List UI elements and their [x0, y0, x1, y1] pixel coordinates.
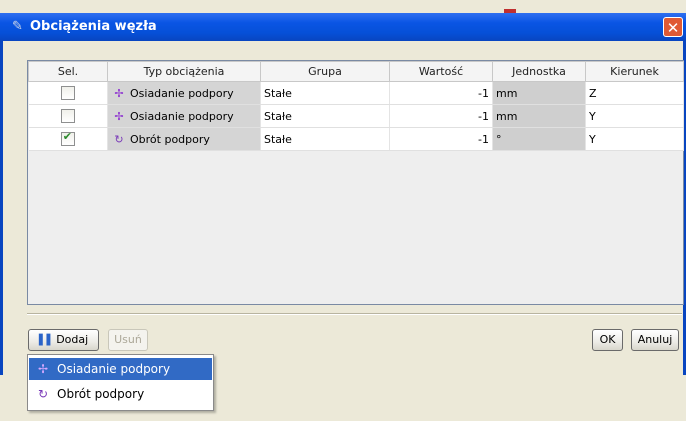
menu-item-support-rotation[interactable]: ↻ Obrót podpory [29, 383, 212, 405]
column-header-unit[interactable]: Jednostka [492, 61, 586, 82]
support-settlement-icon: ✢ [114, 86, 124, 100]
node-loads-dialog: ✎ Obciążenia węzła ✕ Sel. Typ obciążenia… [0, 0, 686, 375]
select-cell[interactable] [28, 81, 108, 105]
divider [27, 313, 682, 315]
select-cell[interactable] [28, 127, 108, 151]
column-header-group[interactable]: Grupa [260, 61, 390, 82]
title-bar[interactable]: ✎ Obciążenia węzła ✕ [0, 13, 686, 41]
add-button-label: Dodaj [56, 333, 89, 346]
node-load-icon: ✎ [12, 19, 23, 34]
menu-item-label: Obrót podpory [57, 387, 145, 401]
value-cell[interactable]: -1 [389, 127, 493, 151]
type-cell[interactable]: ↻ Obrót podpory [107, 127, 261, 151]
add-load-popup-menu: ✢ Osiadanie podpory ↻ Obrót podpory [27, 354, 214, 411]
loads-table: Sel. Typ obciążenia Grupa Wartość Jednos… [28, 61, 684, 151]
loads-table-container: Sel. Typ obciążenia Grupa Wartość Jednos… [27, 60, 684, 305]
column-header-value[interactable]: Wartość [389, 61, 493, 82]
column-header-direction[interactable]: Kierunek [585, 61, 684, 82]
unit-cell: mm [492, 81, 586, 105]
type-cell[interactable]: ✢ Osiadanie podpory [107, 81, 261, 105]
table-row[interactable]: ↻ Obrót podpory Stałe -1 ° Y [28, 127, 684, 151]
cancel-button[interactable]: Anuluj [631, 329, 679, 351]
unit-cell: mm [492, 104, 586, 128]
close-button[interactable]: ✕ [663, 17, 683, 37]
direction-cell[interactable]: Z [585, 81, 684, 105]
group-cell[interactable]: Stałe [260, 127, 390, 151]
direction-cell[interactable]: Y [585, 127, 684, 151]
table-row[interactable]: ✢ Osiadanie podpory Stałe -1 mm Z [28, 81, 684, 105]
remove-button[interactable]: Usuń [108, 329, 148, 351]
group-cell[interactable]: Stałe [260, 104, 390, 128]
type-label: Osiadanie podpory [130, 86, 234, 100]
window-title: Obciążenia węzła [30, 19, 157, 34]
group-cell[interactable]: Stałe [260, 81, 390, 105]
ok-button[interactable]: OK [592, 329, 623, 351]
column-header-sel[interactable]: Sel. [28, 61, 108, 82]
column-header-type[interactable]: Typ obciążenia [107, 61, 261, 82]
support-settlement-icon: ✢ [114, 109, 124, 123]
unit-cell: ° [492, 127, 586, 151]
type-label: Obrót podpory [130, 132, 210, 146]
value-cell[interactable]: -1 [389, 104, 493, 128]
menu-item-label: Osiadanie podpory [57, 362, 171, 376]
support-settlement-icon: ✢ [37, 362, 49, 376]
add-load-icon: ▌▌ [38, 335, 55, 346]
direction-cell[interactable]: Y [585, 104, 684, 128]
row-checkbox[interactable] [60, 130, 75, 146]
menu-item-support-settlement[interactable]: ✢ Osiadanie podpory [29, 358, 212, 380]
type-label: Osiadanie podpory [130, 109, 234, 123]
add-button[interactable]: ▌▌ Dodaj [28, 329, 99, 351]
row-checkbox[interactable] [60, 86, 75, 100]
type-cell[interactable]: ✢ Osiadanie podpory [107, 104, 261, 128]
support-rotation-icon: ↻ [114, 132, 124, 146]
row-checkbox[interactable] [60, 109, 75, 123]
value-cell[interactable]: -1 [389, 81, 493, 105]
select-cell[interactable] [28, 104, 108, 128]
table-row[interactable]: ✢ Osiadanie podpory Stałe -1 mm Y [28, 104, 684, 128]
support-rotation-icon: ↻ [37, 387, 49, 401]
table-header-row: Sel. Typ obciążenia Grupa Wartość Jednos… [28, 61, 684, 82]
